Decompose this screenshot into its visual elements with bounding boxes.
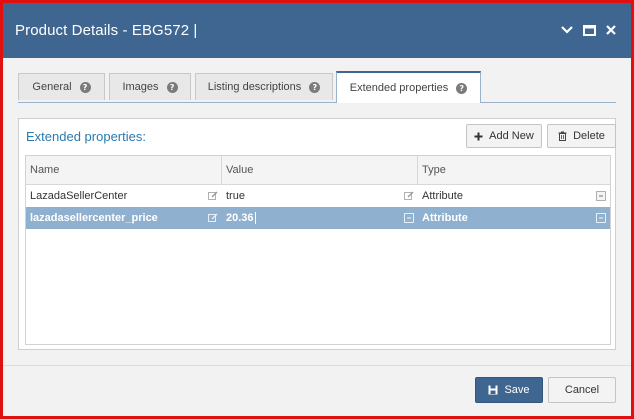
properties-grid: Name Value Type LazadaSellerCenter true …	[25, 155, 611, 345]
name-cell[interactable]: lazadasellercenter_price	[26, 207, 222, 229]
type-text: Attribute	[422, 190, 463, 202]
help-icon[interactable]: ?	[166, 81, 178, 93]
trash-icon	[558, 131, 567, 141]
tab-bar: General ? Images ? Listing descriptions …	[18, 71, 616, 103]
extended-properties-panel: Extended properties: Add New Delete Name…	[18, 118, 616, 350]
delete-label: Delete	[573, 130, 605, 142]
cancel-label: Cancel	[564, 384, 600, 396]
plus-icon	[474, 132, 483, 140]
help-icon[interactable]: ?	[309, 81, 321, 93]
value-cell[interactable]: true	[222, 185, 418, 207]
tab-extended-properties[interactable]: Extended properties ?	[336, 71, 481, 103]
name-text: lazadasellercenter_price	[30, 212, 158, 224]
tab-listing-descriptions[interactable]: Listing descriptions ?	[195, 73, 333, 100]
help-icon[interactable]: ?	[456, 82, 468, 94]
panel-title: Extended properties:	[26, 129, 146, 144]
table-row-selected[interactable]: lazadasellercenter_price 20.36 Attribute	[26, 207, 610, 229]
type-cell[interactable]: Attribute	[418, 207, 610, 229]
table-row[interactable]: LazadaSellerCenter true Attribute	[26, 185, 610, 207]
chevron-down-icon[interactable]	[559, 22, 575, 38]
save-button[interactable]: Save	[475, 377, 543, 403]
dropdown-icon[interactable]	[596, 213, 606, 223]
dropdown-icon[interactable]	[596, 191, 606, 201]
grid-header: Name Value Type	[26, 156, 610, 185]
tab-general[interactable]: General ?	[18, 73, 105, 100]
cancel-button[interactable]: Cancel	[548, 377, 616, 403]
name-text: LazadaSellerCenter	[30, 190, 128, 202]
edit-icon[interactable]	[208, 213, 218, 223]
edit-icon[interactable]	[208, 191, 218, 201]
maximize-icon[interactable]	[581, 22, 597, 38]
column-header-type[interactable]: Type	[418, 156, 610, 184]
close-icon[interactable]	[603, 22, 619, 38]
tab-images[interactable]: Images ?	[109, 73, 191, 100]
floppy-disk-icon	[488, 385, 498, 395]
delete-button[interactable]: Delete	[547, 124, 616, 148]
value-text: 20.36	[226, 212, 254, 224]
column-header-value[interactable]: Value	[222, 156, 418, 184]
product-details-dialog: Product Details - EBG572 | General ? Ima…	[0, 0, 634, 419]
type-text: Attribute	[422, 212, 468, 224]
tab-label: General	[32, 81, 72, 93]
tab-label: Listing descriptions	[207, 81, 302, 93]
tab-label: Extended properties	[349, 82, 449, 94]
dialog-title: Product Details - EBG572 |	[15, 22, 198, 39]
dialog-titlebar[interactable]: Product Details - EBG572 |	[3, 3, 631, 58]
add-new-label: Add New	[489, 130, 534, 142]
type-cell[interactable]: Attribute	[418, 185, 610, 207]
add-new-button[interactable]: Add New	[466, 124, 542, 148]
save-label: Save	[504, 384, 530, 396]
value-text: true	[226, 190, 245, 202]
tab-label: Images	[122, 81, 159, 93]
dropdown-icon[interactable]	[404, 213, 414, 223]
value-cell-editing[interactable]: 20.36	[222, 207, 418, 229]
name-cell[interactable]: LazadaSellerCenter	[26, 185, 222, 207]
footer-divider	[3, 365, 631, 366]
edit-icon[interactable]	[404, 191, 414, 201]
column-header-name[interactable]: Name	[26, 156, 222, 184]
text-caret	[254, 212, 256, 224]
help-icon[interactable]: ?	[79, 81, 91, 93]
